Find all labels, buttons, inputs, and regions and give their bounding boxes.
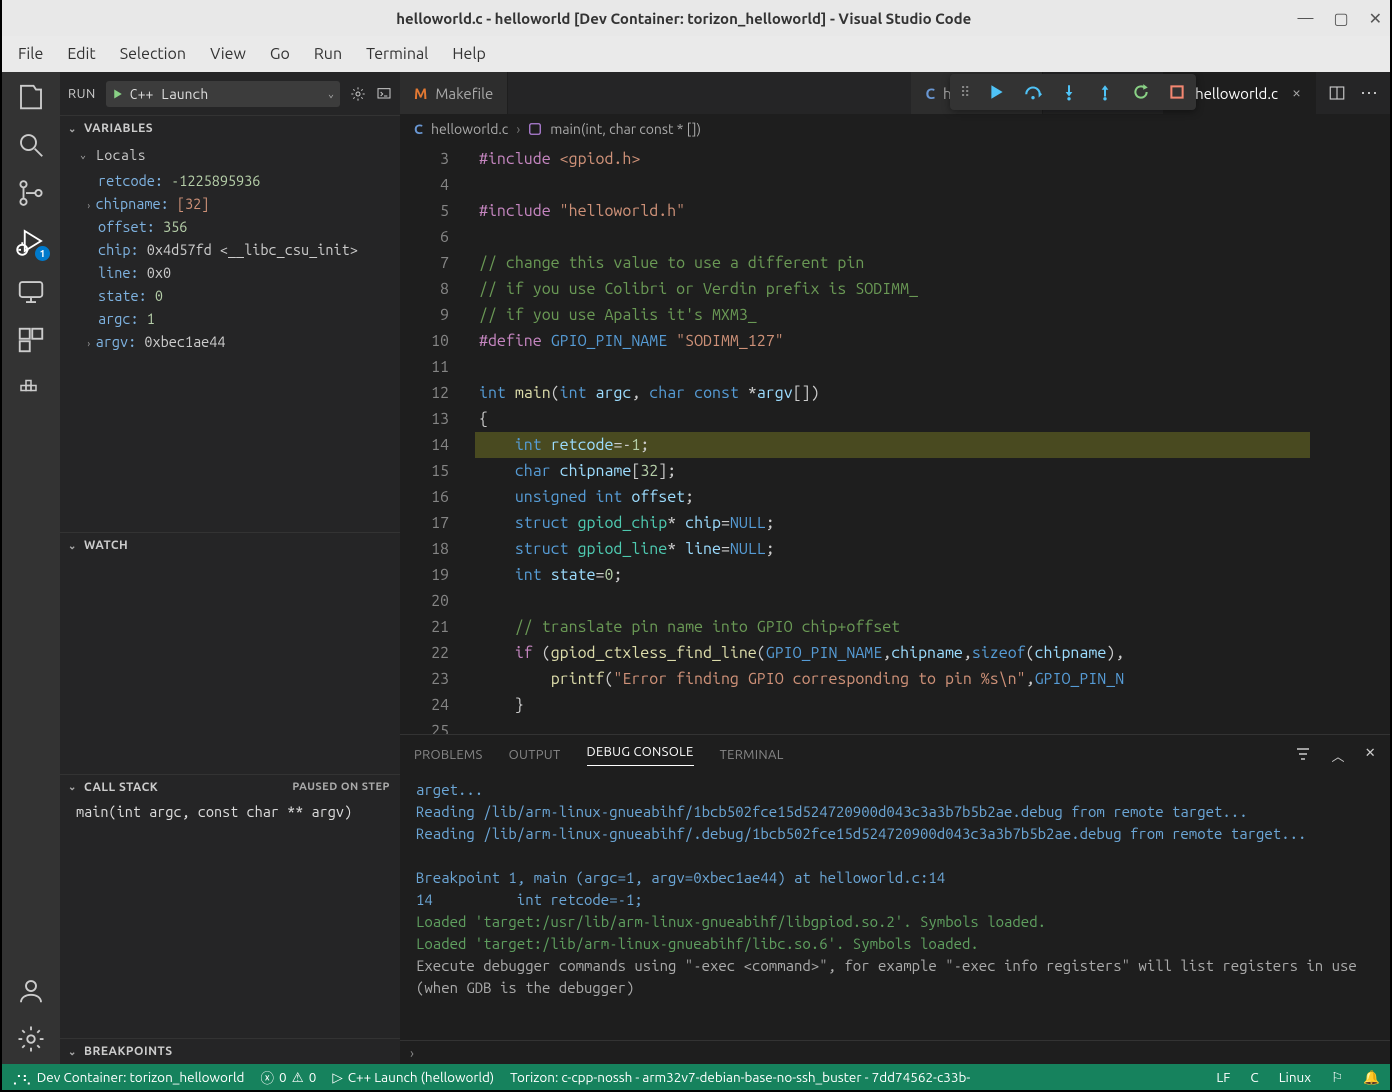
menu-go[interactable]: Go [260, 41, 300, 67]
symbol-icon [528, 122, 542, 136]
debug-status[interactable]: ▷ C++ Launch (helloworld) [332, 1069, 494, 1086]
debug-sidebar: RUN C++ Launch ⌄ ⌄ VARIABLES ⌄ Locals re… [60, 72, 400, 1064]
stop-button[interactable] [1168, 83, 1186, 101]
menu-selection[interactable]: Selection [110, 41, 196, 67]
remote-icon: ⡐⢆ [12, 1069, 32, 1086]
chevron-down-icon: ⌄ [68, 123, 78, 135]
chevron-down-icon: ⌄ [68, 781, 78, 793]
launch-config-name: C++ Launch [130, 86, 208, 102]
callstack-section[interactable]: ⌄ CALL STACK PAUSED ON STEP [60, 774, 400, 800]
restart-button[interactable] [1132, 83, 1150, 101]
menu-help[interactable]: Help [442, 41, 496, 67]
explorer-icon[interactable] [16, 82, 46, 112]
variable-row[interactable]: ›argv: 0xbec1ae44 [90, 330, 400, 353]
debug-console-icon[interactable] [376, 86, 392, 102]
editor-tabs: M Makefile C helloworld.h C helloworld.c… [400, 72, 1390, 114]
step-over-button[interactable] [1024, 83, 1042, 101]
extensions-icon[interactable] [16, 325, 46, 355]
step-into-button[interactable] [1060, 83, 1078, 101]
chevron-down-icon: ⌄ [328, 88, 334, 100]
panel-tabs: PROBLEMS OUTPUT DEBUG CONSOLE TERMINAL ︿… [400, 735, 1390, 775]
account-icon[interactable] [16, 976, 46, 1006]
menu-view[interactable]: View [200, 41, 256, 67]
warning-icon: ⚠ [292, 1069, 304, 1086]
remote-indicator[interactable]: ⡐⢆ Dev Container: torizon_helloworld [12, 1069, 244, 1086]
filter-icon[interactable] [1295, 746, 1311, 762]
tab-makefile[interactable]: M Makefile [400, 72, 508, 114]
c-file-icon: C [925, 85, 935, 102]
debug-console-input[interactable]: › [400, 1040, 1390, 1064]
breadcrumb[interactable]: C helloworld.c › main(int, char const * … [400, 114, 1390, 144]
gear-icon[interactable] [16, 1024, 46, 1054]
notifications-icon[interactable]: 🔔 [1363, 1069, 1380, 1086]
split-editor-icon[interactable] [1328, 84, 1346, 102]
search-icon[interactable] [16, 130, 46, 160]
launch-config-select[interactable]: C++ Launch ⌄ [106, 81, 340, 107]
chevron-down-icon: ⌄ [80, 149, 90, 161]
variable-row[interactable]: chip: 0x4d57fd <__libc_csu_init> [90, 238, 400, 261]
variables-section[interactable]: ⌄ VARIABLES [60, 116, 400, 141]
remote-explorer-icon[interactable] [16, 277, 46, 307]
minimize-icon[interactable]: — [1298, 9, 1314, 28]
minimap[interactable] [1310, 144, 1390, 734]
close-icon[interactable]: ✕ [1369, 9, 1382, 28]
docker-icon[interactable] [16, 373, 46, 403]
window-title: helloworld.c - helloworld [Dev Container… [70, 10, 1298, 27]
breakpoints-section[interactable]: ⌄ BREAKPOINTS [60, 1038, 400, 1064]
menu-run[interactable]: Run [304, 41, 352, 67]
close-icon[interactable]: × [1292, 84, 1301, 102]
step-out-button[interactable] [1096, 83, 1114, 101]
activitybar [2, 72, 60, 1064]
problems-indicator[interactable]: ⓧ0 ⚠0 [260, 1067, 316, 1087]
variable-row[interactable]: ›chipname: [32] [90, 192, 400, 215]
watch-section[interactable]: ⌄ WATCH [60, 532, 400, 558]
play-icon: ▷ [332, 1069, 342, 1086]
gear-icon[interactable] [350, 86, 366, 102]
platform-indicator[interactable]: Linux [1279, 1069, 1311, 1086]
tab-output[interactable]: OUTPUT [509, 748, 561, 762]
chevron-down-icon: ⌄ [68, 540, 78, 552]
variable-row[interactable]: offset: 356 [90, 215, 400, 238]
tab-terminal[interactable]: TERMINAL [720, 748, 784, 762]
debug-icon[interactable] [16, 226, 46, 256]
variable-row[interactable]: retcode: -1225895936 [90, 169, 400, 192]
maximize-icon[interactable]: ▢ [1333, 9, 1348, 28]
chevron-down-icon: ⌄ [68, 1046, 78, 1058]
error-icon: ⓧ [260, 1067, 274, 1087]
language-indicator[interactable]: C [1250, 1069, 1258, 1086]
close-icon[interactable]: ✕ [1365, 746, 1376, 765]
tab-debug-console[interactable]: DEBUG CONSOLE [587, 745, 694, 766]
more-icon[interactable]: ⋯ [1360, 83, 1378, 104]
menu-edit[interactable]: Edit [57, 41, 105, 67]
continue-button[interactable] [988, 83, 1006, 101]
feedback-icon[interactable]: ⚐ [1331, 1069, 1343, 1086]
callstack-status: PAUSED ON STEP [292, 781, 390, 793]
variable-row[interactable]: line: 0x0 [90, 261, 400, 284]
variables-scope[interactable]: ⌄ Locals [60, 141, 400, 169]
source-control-icon[interactable] [16, 178, 46, 208]
titlebar: helloworld.c - helloworld [Dev Container… [2, 0, 1390, 36]
variable-row[interactable]: state: 0 [90, 284, 400, 307]
menubar: File Edit Selection View Go Run Terminal… [2, 36, 1390, 72]
makefile-icon: M [414, 85, 427, 102]
torizon-status[interactable]: Torizon: c-cpp-nossh - arm32v7-debian-ba… [510, 1069, 970, 1085]
menu-terminal[interactable]: Terminal [356, 41, 438, 67]
expand-icon[interactable]: ︿ [1331, 746, 1344, 765]
drag-handle-icon[interactable]: ⠿ [960, 84, 970, 101]
c-file-icon: C [414, 121, 423, 137]
variable-row[interactable]: argc: 1 [90, 307, 400, 330]
callstack-frame[interactable]: main(int argc, const char ** argv) [60, 800, 400, 823]
code-editor[interactable]: 345678910111213141516171819202122232425 … [400, 144, 1390, 734]
eol-indicator[interactable]: LF [1216, 1069, 1230, 1086]
debug-toolbar: ⠿ [950, 74, 1196, 110]
debug-console-output[interactable]: arget...Reading /lib/arm-linux-gnueabihf… [400, 775, 1390, 1040]
tab-problems[interactable]: PROBLEMS [414, 748, 483, 762]
run-label: RUN [68, 87, 96, 101]
statusbar: ⡐⢆ Dev Container: torizon_helloworld ⓧ0 … [2, 1064, 1390, 1090]
menu-file[interactable]: File [8, 41, 53, 67]
